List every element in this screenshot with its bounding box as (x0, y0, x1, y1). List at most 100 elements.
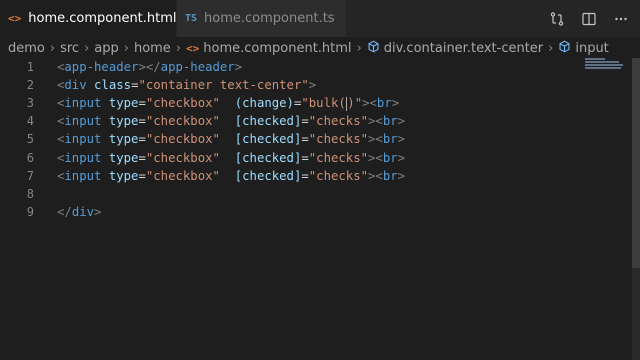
code-token: br (382, 114, 398, 129)
chevron-right-icon: › (548, 40, 554, 56)
code-token: "checks" (308, 168, 369, 183)
minimap[interactable] (585, 58, 625, 72)
breadcrumb-item[interactable]: app (94, 41, 118, 56)
code-token: [checked] (234, 150, 302, 165)
source-control-compare-icon[interactable] (548, 10, 566, 28)
code-token: = (301, 168, 309, 183)
tab-home-component-ts[interactable]: TS home.component.ts (176, 0, 346, 37)
code-token: >< (368, 150, 383, 165)
code-token: "checkbox" (145, 96, 220, 111)
code-token: input (64, 132, 102, 147)
code-line[interactable]: 3 <input type="checkbox" (change)="bulk()… (0, 94, 620, 112)
code-token: >< (368, 168, 383, 183)
breadcrumb-item[interactable]: home (134, 41, 171, 56)
more-actions-icon[interactable] (612, 10, 630, 28)
code-line[interactable]: 7 <input type="checkbox" [checked]="check… (0, 167, 620, 185)
chevron-right-icon: › (123, 40, 129, 56)
code-token: (change) (234, 96, 294, 111)
breadcrumb-leaf[interactable]: input (575, 41, 608, 56)
code-token: type (108, 114, 139, 129)
code-token: > (397, 168, 406, 183)
code-token: input (64, 150, 102, 165)
line-number: 4 (26, 114, 34, 129)
code-token: > (234, 60, 243, 74)
code-token: [checked] (234, 114, 302, 129)
code-token: = (301, 114, 309, 129)
code-token: class (94, 78, 132, 93)
code-token: > (308, 78, 317, 93)
typescript-file-icon: TS (185, 13, 198, 24)
breadcrumb-item[interactable]: src (60, 41, 79, 56)
code-token: input (64, 96, 102, 111)
code-token: type (108, 96, 139, 111)
code-token: type (108, 132, 139, 147)
code-token: "checkbox" (145, 150, 220, 165)
line-number: 7 (26, 168, 34, 183)
code-token: "container text-center" (138, 78, 309, 93)
code-token: = (301, 150, 309, 165)
code-text[interactable]: <input type="checkbox" [checked]="checks… (57, 149, 405, 167)
code-line[interactable]: 5 <input type="checkbox" [checked]="check… (0, 130, 620, 148)
breadcrumb-item[interactable]: demo (8, 41, 45, 56)
code-token: type (108, 168, 139, 183)
editor-tab-bar: <> home.component.html TS home.component… (0, 0, 640, 37)
code-line[interactable]: 1 <app-header></app-header> (0, 58, 620, 76)
code-text[interactable]: <input type="checkbox" [checked]="checks… (57, 112, 405, 130)
line-number: 9 (26, 204, 34, 219)
code-token: "checkbox" (145, 114, 220, 129)
code-token: br (382, 150, 398, 165)
code-token: [checked] (234, 132, 302, 147)
code-line[interactable]: 2 <div class="container text-center"> (0, 76, 620, 94)
code-token: >< (368, 114, 383, 129)
code-token: ></ (138, 60, 161, 74)
tab-home-component-html[interactable]: <> home.component.html (0, 0, 177, 37)
code-token: = (138, 168, 146, 183)
code-text[interactable]: <input type="checkbox" [checked]="checks… (57, 130, 405, 148)
code-token: "checks" (308, 150, 369, 165)
code-token: >< (362, 96, 377, 111)
code-line[interactable]: 4 <input type="checkbox" [checked]="check… (0, 112, 620, 130)
scrollbar-thumb[interactable] (632, 58, 640, 268)
code-token: "checkbox" (145, 132, 220, 147)
code-text[interactable]: <input type="checkbox" (change)="bulk()"… (57, 94, 399, 112)
code-line[interactable]: 9 </div> (0, 203, 620, 221)
code-token: = (301, 132, 309, 147)
code-token: > (397, 132, 406, 147)
breadcrumb-element[interactable]: div.container.text-center (384, 41, 543, 56)
breadcrumb-file[interactable]: home.component.html (203, 41, 351, 56)
code-token: "checks" (308, 114, 369, 129)
line-number: 2 (26, 78, 34, 93)
html-file-icon: <> (186, 41, 200, 55)
code-token: type (108, 150, 139, 165)
line-number: 5 (26, 132, 34, 147)
code-text[interactable]: <input type="checkbox" [checked]="checks… (57, 167, 405, 185)
split-editor-icon[interactable] (580, 10, 598, 28)
chevron-right-icon: › (49, 40, 56, 56)
code-token: > (391, 96, 400, 111)
code-token: = (138, 150, 146, 165)
code-token: > (94, 204, 102, 219)
code-text[interactable]: </div> (57, 203, 101, 221)
code-text[interactable]: <div class="container text-center"> (57, 76, 316, 94)
breadcrumb: demo › src › app › home › <> home.compon… (0, 37, 640, 59)
code-line[interactable]: 6 <input type="checkbox" [checked]="check… (0, 149, 620, 167)
code-token: input (64, 114, 102, 129)
line-number: 8 (26, 186, 34, 201)
line-number: 3 (26, 96, 34, 111)
code-token: app-header (64, 60, 139, 74)
chevron-right-icon: › (84, 40, 90, 56)
code-line[interactable]: 8 (0, 185, 620, 203)
code-text[interactable]: <app-header></app-header> (57, 58, 242, 76)
code-editor[interactable]: 1 <app-header></app-header> 2 <div class="c… (0, 58, 628, 360)
code-token: div (71, 204, 95, 219)
